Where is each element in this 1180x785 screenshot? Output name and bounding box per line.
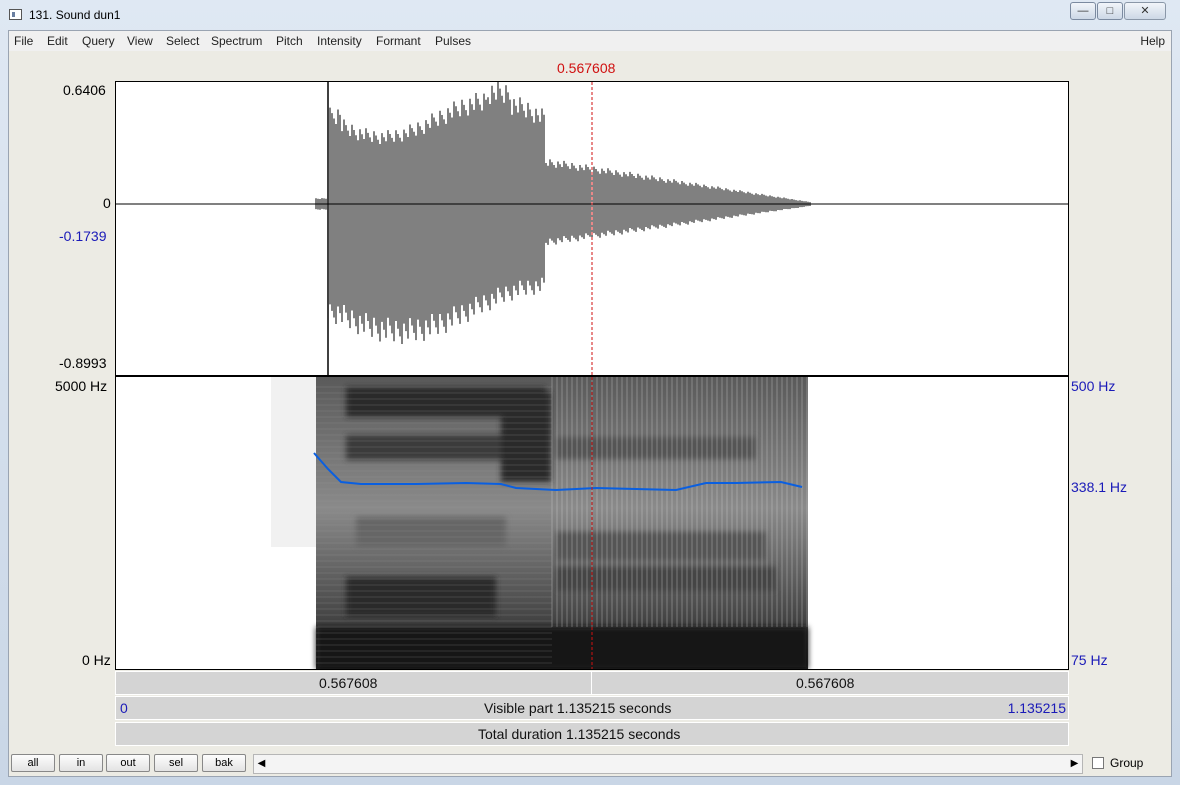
formant-band [556, 437, 756, 459]
waveform-samples [315, 82, 811, 344]
group-label: Group [1110, 756, 1144, 770]
window-controls: — □ ✕ [1070, 2, 1166, 22]
pitch-cursor-value: 338.1 Hz [1071, 479, 1128, 495]
total-duration-label: Total duration 1.135215 seconds [478, 726, 681, 742]
spectrogram-svg [271, 377, 808, 669]
window-icon [9, 9, 22, 20]
minimize-button[interactable]: — [1070, 2, 1096, 20]
menu-edit[interactable]: Edit [47, 34, 68, 48]
group-checkbox[interactable] [1092, 757, 1104, 769]
spectrogram-noise [271, 377, 316, 547]
menu-select[interactable]: Select [166, 34, 199, 48]
editor-client-area: File Edit Query View Select Spectrum Pit… [8, 30, 1172, 777]
waveform-panel[interactable] [115, 81, 1069, 376]
cursor-time-label: 0.567608 [557, 60, 616, 76]
horizontal-scrollbar[interactable]: ◀ ▶ [253, 754, 1083, 774]
selection-left-time: 0.567608 [319, 675, 378, 691]
pitch-max-label: 500 Hz [1071, 378, 1116, 394]
zoom-in-button[interactable]: in [59, 754, 103, 772]
maximize-button[interactable]: □ [1097, 2, 1123, 20]
total-duration-ruler[interactable]: Total duration 1.135215 seconds [115, 722, 1069, 746]
menu-pulses[interactable]: Pulses [435, 34, 471, 48]
minimize-icon: — [1077, 5, 1089, 17]
zoom-back-button[interactable]: bak [202, 754, 246, 772]
zoom-all-button[interactable]: all [11, 754, 55, 772]
menu-formant[interactable]: Formant [376, 34, 421, 48]
menu-help[interactable]: Help [1140, 34, 1165, 48]
menu-intensity[interactable]: Intensity [317, 34, 362, 48]
formant-band [556, 567, 776, 591]
maximize-icon: □ [1106, 5, 1114, 17]
zoom-out-button[interactable]: out [106, 754, 150, 772]
spectrogram-panel[interactable] [115, 376, 1069, 670]
bottom-toolbar: all in out sel bak ◀ ▶ Group [9, 750, 1171, 776]
menu-file[interactable]: File [14, 34, 33, 48]
window-title: 131. Sound dun1 [29, 8, 121, 22]
visible-part-label: Visible part 1.135215 seconds [484, 700, 672, 716]
visible-end-time: 1.135215 [1007, 700, 1066, 716]
waveform-max-label: 0.6406 [63, 82, 106, 98]
triangle-right-icon[interactable]: ▶ [1067, 755, 1082, 773]
visible-part-ruler[interactable]: 0 Visible part 1.135215 seconds 1.135215 [115, 696, 1069, 720]
menu-spectrum[interactable]: Spectrum [211, 34, 262, 48]
spectrogram-freq-min-label: 0 Hz [82, 652, 111, 668]
waveform-zero-label: 0 [103, 195, 111, 211]
selection-ruler[interactable]: 0.567608 0.567608 [115, 671, 1069, 695]
menu-bar: File Edit Query View Select Spectrum Pit… [9, 31, 1171, 51]
selection-right-time: 0.567608 [796, 675, 855, 691]
menu-view[interactable]: View [127, 34, 153, 48]
waveform-cursor-value: -0.1739 [59, 228, 107, 244]
menu-pitch[interactable]: Pitch [276, 34, 303, 48]
waveform-trace [315, 82, 811, 344]
triangle-left-icon[interactable]: ◀ [254, 755, 269, 773]
menu-query[interactable]: Query [82, 34, 115, 48]
close-icon: ✕ [1140, 5, 1150, 17]
zoom-sel-button[interactable]: sel [154, 754, 198, 772]
waveform-svg [116, 82, 1068, 375]
window-frame: 131. Sound dun1 — □ ✕ File Edit Query Vi… [0, 0, 1180, 785]
waveform-min-label: -0.8993 [59, 355, 107, 371]
pitch-min-label: 75 Hz [1071, 652, 1108, 668]
visible-start-time: 0 [120, 700, 128, 716]
close-button[interactable]: ✕ [1124, 2, 1166, 20]
title-bar[interactable]: 131. Sound dun1 — □ ✕ [0, 0, 1180, 30]
spectrogram-freq-max-label: 5000 Hz [55, 378, 108, 394]
